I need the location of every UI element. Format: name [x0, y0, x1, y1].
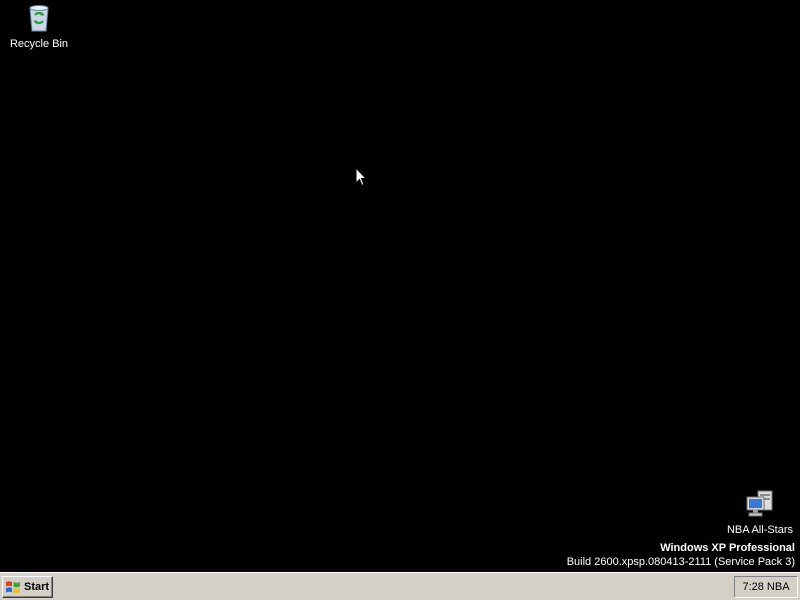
- windows-logo-icon: [6, 581, 20, 594]
- network-computer-label: NBA All-Stars: [726, 524, 794, 536]
- start-button-label: Start: [24, 581, 50, 593]
- system-tray[interactable]: 7:28 NBA: [734, 576, 798, 598]
- desktop[interactable]: Recycle Bin NBA All-Stars Windows XP Pro…: [0, 0, 800, 572]
- recycle-bin-icon: [29, 5, 49, 32]
- arrow-pointer-icon: [355, 167, 367, 187]
- recycle-bin-label: Recycle Bin: [9, 38, 69, 50]
- os-product-name: Windows XP Professional: [660, 542, 795, 554]
- os-build-string: Build 2600.xpsp.080413-2111 (Service Pac…: [566, 556, 795, 568]
- start-button[interactable]: Start: [2, 576, 53, 598]
- tray-clock[interactable]: 7:28 NBA: [742, 581, 789, 593]
- os-version-watermark: Windows XP Professional Build 2600.xpsp.…: [567, 541, 795, 569]
- network-computer-shortcut[interactable]: NBA All-Stars: [722, 488, 798, 537]
- taskbar: Start 7:28 NBA: [0, 572, 800, 600]
- network-computer-icon: [746, 490, 773, 517]
- recycle-bin-shortcut[interactable]: Recycle Bin: [1, 2, 77, 51]
